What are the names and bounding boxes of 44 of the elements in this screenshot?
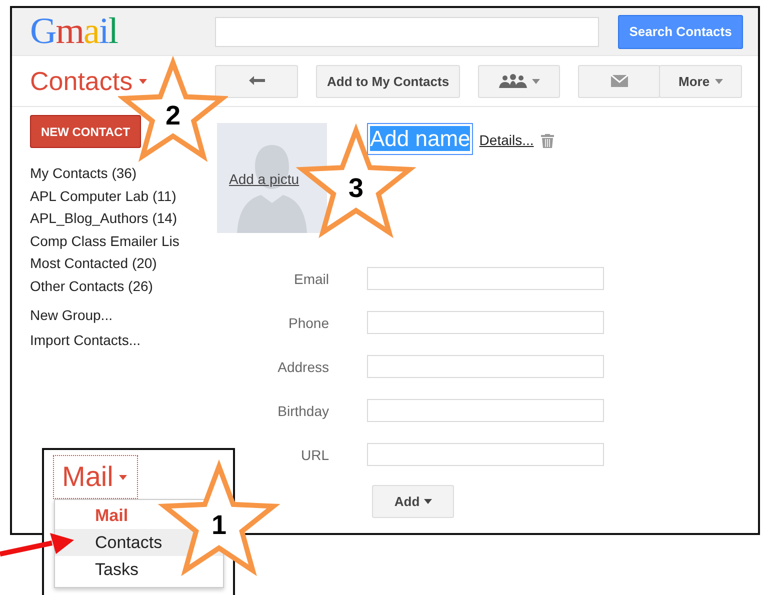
- back-arrow-icon: [248, 76, 264, 86]
- sidebar-link[interactable]: New Group...: [30, 303, 217, 328]
- more-dropdown-button[interactable]: More: [659, 64, 742, 98]
- step-number: 3: [348, 172, 364, 203]
- caret-icon: [119, 474, 128, 480]
- input-field[interactable]: [367, 399, 604, 422]
- contact-group-item[interactable]: My Contacts (36): [30, 162, 217, 184]
- toolbar-button[interactable]: Add to My Contacts: [316, 64, 460, 98]
- input-field[interactable]: [367, 311, 604, 334]
- input-field[interactable]: [367, 267, 604, 290]
- photo-placeholder[interactable]: Add a pictu: [217, 123, 327, 233]
- envelope-icon: [610, 75, 628, 87]
- sidebar-link[interactable]: Import Contacts...: [30, 328, 217, 353]
- input-field[interactable]: [367, 355, 604, 378]
- field-label: Phone: [288, 314, 329, 330]
- field-label: URL: [300, 446, 329, 462]
- trash-icon[interactable]: [540, 134, 554, 148]
- caret-icon: [532, 78, 540, 84]
- groups-button[interactable]: [478, 64, 560, 98]
- back-button[interactable]: [215, 64, 298, 98]
- app-switcher[interactable]: Contacts: [30, 66, 147, 96]
- search-field[interactable]: [215, 16, 599, 46]
- people-icon: [498, 74, 527, 88]
- field-label: Birthday: [276, 402, 329, 418]
- new-contact-button[interactable]: NEW CONTACT: [30, 115, 141, 148]
- gmail-logo[interactable]: Gmail: [30, 13, 215, 50]
- contact-group-item[interactable]: APL_Blog_Authors (14): [30, 207, 217, 230]
- mail-button[interactable]: [578, 64, 660, 98]
- menu-item[interactable]: Mail: [95, 502, 132, 529]
- caret-icon: [424, 499, 432, 504]
- field-label: Address: [276, 358, 329, 374]
- add-picture-link[interactable]: Add a pictu: [229, 171, 300, 187]
- step-number: 2: [165, 100, 181, 130]
- contact-group-item[interactable]: Comp Class Emailer Lis: [30, 230, 217, 252]
- caret-icon: [714, 78, 723, 84]
- add-dropdown-button[interactable]: Add: [372, 485, 454, 518]
- contact-group-item[interactable]: APL Computer Lab (11): [30, 184, 217, 207]
- contact-group-item[interactable]: Other Contacts (26): [30, 274, 217, 297]
- input-field[interactable]: [367, 443, 604, 466]
- contact-group-item[interactable]: Most Contacted (20): [30, 252, 217, 274]
- caret-icon: [138, 78, 147, 84]
- menu-item[interactable]: Tasks: [95, 556, 142, 583]
- field-label: Email: [292, 270, 329, 286]
- details-link[interactable]: Details...: [479, 132, 534, 148]
